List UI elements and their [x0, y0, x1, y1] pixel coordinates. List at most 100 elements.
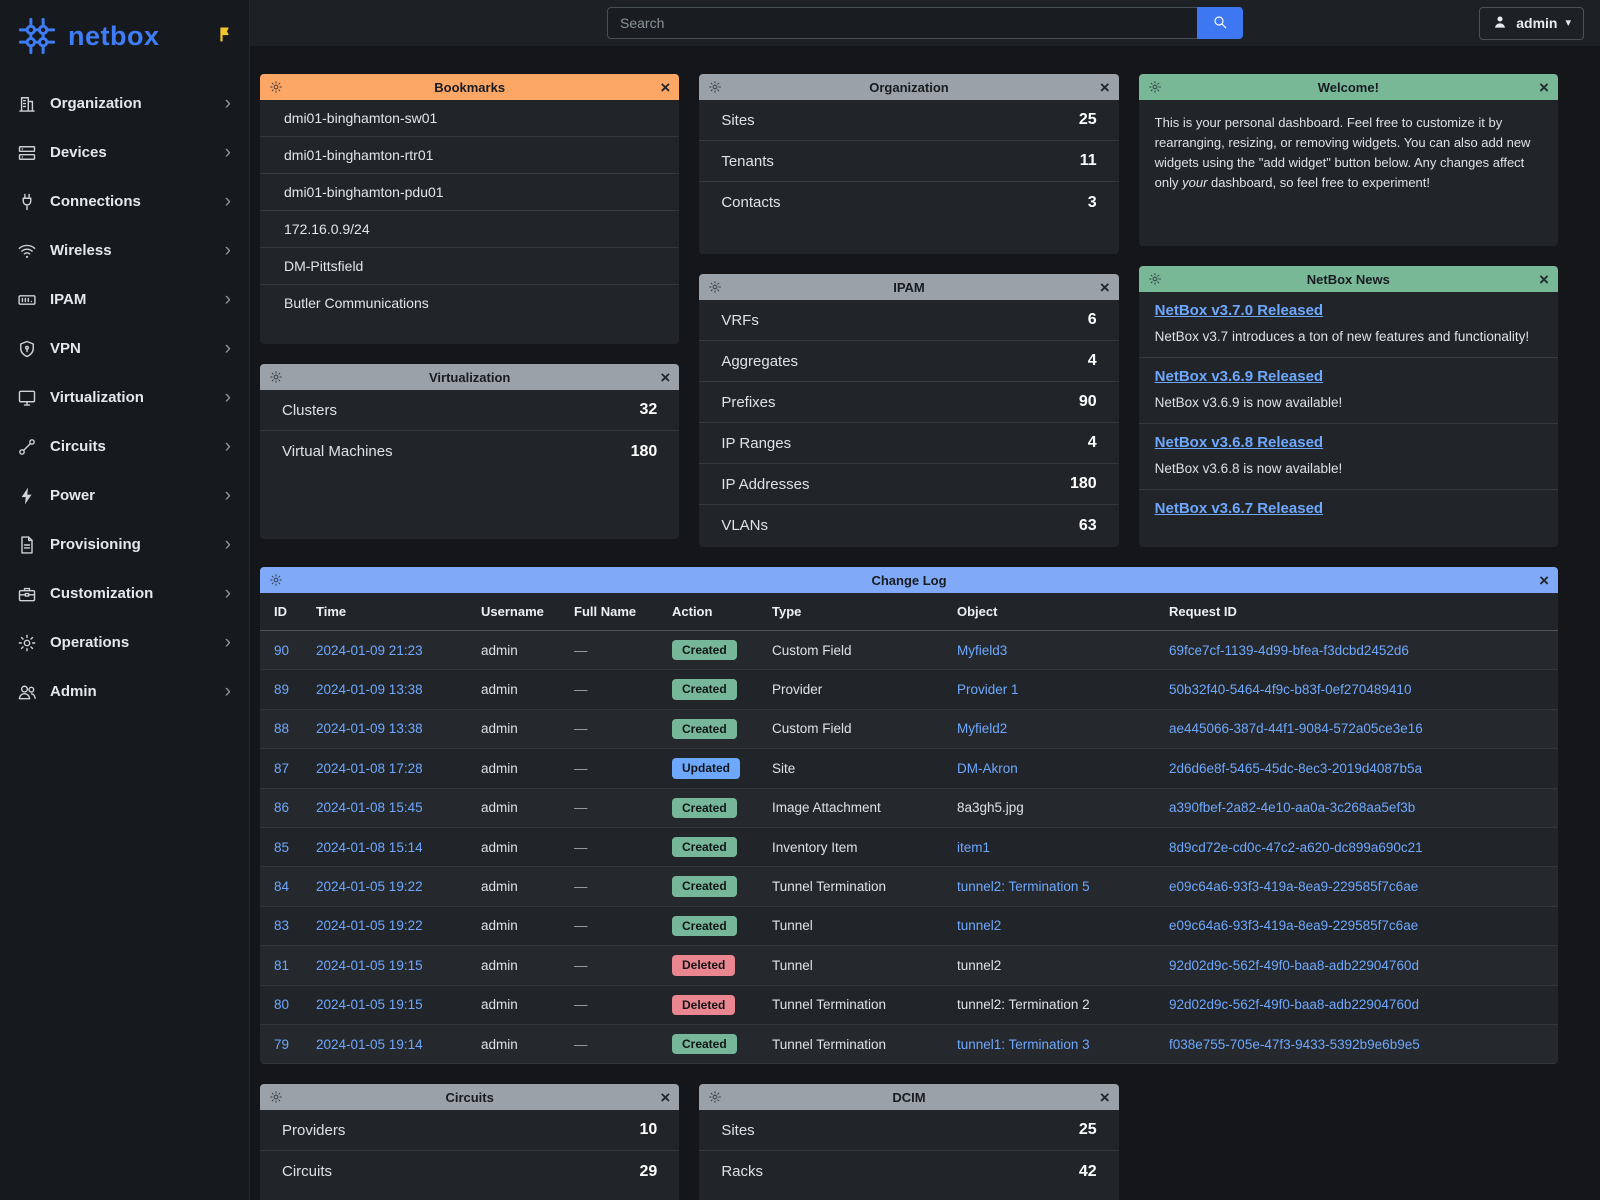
changelog-request-id-link[interactable]: e09c64a6-93f3-419a-8ea9-229585f7c6ae: [1169, 879, 1418, 894]
stat-label[interactable]: Contacts: [721, 194, 780, 211]
sidebar-item[interactable]: VPN ›: [0, 324, 249, 373]
changelog-id-link[interactable]: 86: [274, 800, 289, 815]
gear-icon[interactable]: [708, 280, 722, 294]
sidebar-item[interactable]: Devices ›: [0, 128, 249, 177]
changelog-id-link[interactable]: 87: [274, 761, 289, 776]
sidebar-item[interactable]: Circuits ›: [0, 422, 249, 471]
changelog-id-link[interactable]: 83: [274, 918, 289, 933]
gear-icon[interactable]: [1148, 272, 1162, 286]
search-input[interactable]: [607, 7, 1197, 39]
changelog-time-link[interactable]: 2024-01-08 15:45: [316, 800, 423, 815]
stat-label[interactable]: VRFs: [721, 312, 759, 329]
stat-label[interactable]: IP Ranges: [721, 435, 791, 452]
gear-icon[interactable]: [269, 573, 283, 587]
stat-label[interactable]: Aggregates: [721, 353, 798, 370]
changelog-request-id-link[interactable]: f038e755-705e-47f3-9433-5392b9e6b9e5: [1169, 1037, 1420, 1052]
changelog-request-id-link[interactable]: 50b32f40-5464-4f9c-b83f-0ef270489410: [1169, 682, 1411, 697]
close-icon[interactable]: ×: [1100, 279, 1110, 296]
user-menu-button[interactable]: admin ▾: [1479, 7, 1584, 40]
brand-name[interactable]: netbox: [68, 21, 160, 52]
changelog-object-link[interactable]: tunnel2: [957, 958, 1001, 973]
gear-icon[interactable]: [708, 80, 722, 94]
changelog-object-link[interactable]: DM-Akron: [957, 761, 1018, 776]
stat-row[interactable]: Racks 42: [699, 1151, 1118, 1192]
stat-label[interactable]: Tenants: [721, 153, 774, 170]
stat-row[interactable]: VLANs 63: [699, 505, 1118, 546]
sidebar-item[interactable]: Provisioning ›: [0, 520, 249, 569]
changelog-id-link[interactable]: 84: [274, 879, 289, 894]
sidebar-item[interactable]: Admin ›: [0, 667, 249, 716]
bookmark-item[interactable]: dmi01-binghamton-rtr01: [260, 137, 679, 174]
bookmark-item[interactable]: dmi01-binghamton-sw01: [260, 100, 679, 137]
gear-icon[interactable]: [269, 80, 283, 94]
changelog-time-link[interactable]: 2024-01-09 13:38: [316, 721, 423, 736]
stat-row[interactable]: Sites 25: [699, 1110, 1118, 1151]
stat-label[interactable]: Prefixes: [721, 394, 775, 411]
stat-row[interactable]: Providers 10: [260, 1110, 679, 1151]
changelog-request-id-link[interactable]: 92d02d9c-562f-49f0-baa8-adb22904760d: [1169, 997, 1419, 1012]
changelog-id-link[interactable]: 89: [274, 682, 289, 697]
stat-row[interactable]: VRFs 6: [699, 300, 1118, 341]
changelog-time-link[interactable]: 2024-01-05 19:14: [316, 1037, 423, 1052]
changelog-time-link[interactable]: 2024-01-05 19:15: [316, 958, 423, 973]
changelog-time-link[interactable]: 2024-01-05 19:22: [316, 879, 423, 894]
changelog-object-link[interactable]: Myfield2: [957, 721, 1007, 736]
stat-label[interactable]: Circuits: [282, 1163, 332, 1180]
news-link[interactable]: NetBox v3.6.8 Released: [1155, 434, 1323, 451]
changelog-id-link[interactable]: 90: [274, 643, 289, 658]
close-icon[interactable]: ×: [1539, 271, 1549, 288]
stat-label[interactable]: Sites: [721, 1122, 754, 1139]
sidebar-item[interactable]: Virtualization ›: [0, 373, 249, 422]
changelog-id-link[interactable]: 79: [274, 1037, 289, 1052]
news-link[interactable]: NetBox v3.6.7 Released: [1155, 500, 1323, 517]
close-icon[interactable]: ×: [1539, 79, 1549, 96]
bookmark-item[interactable]: DM-Pittsfield: [260, 248, 679, 285]
changelog-time-link[interactable]: 2024-01-08 15:14: [316, 840, 423, 855]
close-icon[interactable]: ×: [660, 79, 670, 96]
stat-label[interactable]: Clusters: [282, 402, 337, 419]
changelog-request-id-link[interactable]: a390fbef-2a82-4e10-aa0a-3c268aa5ef3b: [1169, 800, 1415, 815]
changelog-object-link[interactable]: tunnel1: Termination 3: [957, 1037, 1090, 1052]
changelog-object-link[interactable]: item1: [957, 840, 990, 855]
stat-row[interactable]: Prefixes 90: [699, 382, 1118, 423]
changelog-object-link[interactable]: tunnel2: Termination 2: [957, 997, 1090, 1012]
sidebar-item[interactable]: Power ›: [0, 471, 249, 520]
stat-label[interactable]: IP Addresses: [721, 476, 809, 493]
changelog-object-link[interactable]: tunnel2: [957, 918, 1001, 933]
changelog-object-link[interactable]: Provider 1: [957, 682, 1019, 697]
changelog-time-link[interactable]: 2024-01-09 13:38: [316, 682, 423, 697]
stat-row[interactable]: Circuits 29: [260, 1151, 679, 1192]
close-icon[interactable]: ×: [660, 1089, 670, 1106]
changelog-id-link[interactable]: 85: [274, 840, 289, 855]
bookmark-item[interactable]: dmi01-binghamton-pdu01: [260, 174, 679, 211]
changelog-object-link[interactable]: 8a3gh5.jpg: [957, 800, 1024, 815]
stat-label[interactable]: Virtual Machines: [282, 443, 393, 460]
news-link[interactable]: NetBox v3.6.9 Released: [1155, 368, 1323, 385]
changelog-id-link[interactable]: 80: [274, 997, 289, 1012]
changelog-request-id-link[interactable]: ae445066-387d-44f1-9084-572a05ce3e16: [1169, 721, 1423, 736]
stat-row[interactable]: Tenants 11: [699, 141, 1118, 182]
changelog-time-link[interactable]: 2024-01-09 21:23: [316, 643, 423, 658]
close-icon[interactable]: ×: [1100, 79, 1110, 96]
sidebar-pin-icon[interactable]: [216, 26, 233, 43]
changelog-time-link[interactable]: 2024-01-05 19:22: [316, 918, 423, 933]
sidebar-item[interactable]: Wireless ›: [0, 226, 249, 275]
bookmark-item[interactable]: 172.16.0.9/24: [260, 211, 679, 248]
changelog-time-link[interactable]: 2024-01-05 19:15: [316, 997, 423, 1012]
changelog-time-link[interactable]: 2024-01-08 17:28: [316, 761, 423, 776]
stat-row[interactable]: Clusters 32: [260, 390, 679, 431]
bookmark-item[interactable]: Butler Communications: [260, 285, 679, 321]
changelog-request-id-link[interactable]: 92d02d9c-562f-49f0-baa8-adb22904760d: [1169, 958, 1419, 973]
stat-row[interactable]: Sites 25: [699, 100, 1118, 141]
close-icon[interactable]: ×: [1100, 1089, 1110, 1106]
stat-row[interactable]: IP Ranges 4: [699, 423, 1118, 464]
gear-icon[interactable]: [1148, 80, 1162, 94]
changelog-object-link[interactable]: tunnel2: Termination 5: [957, 879, 1090, 894]
changelog-request-id-link[interactable]: 69fce7cf-1139-4d99-bfea-f3dcbd2452d6: [1169, 643, 1409, 658]
search-button[interactable]: [1197, 7, 1243, 39]
stat-label[interactable]: Racks: [721, 1163, 763, 1180]
sidebar-item[interactable]: Connections ›: [0, 177, 249, 226]
stat-label[interactable]: Providers: [282, 1122, 345, 1139]
news-link[interactable]: NetBox v3.7.0 Released: [1155, 302, 1323, 319]
gear-icon[interactable]: [708, 1090, 722, 1104]
